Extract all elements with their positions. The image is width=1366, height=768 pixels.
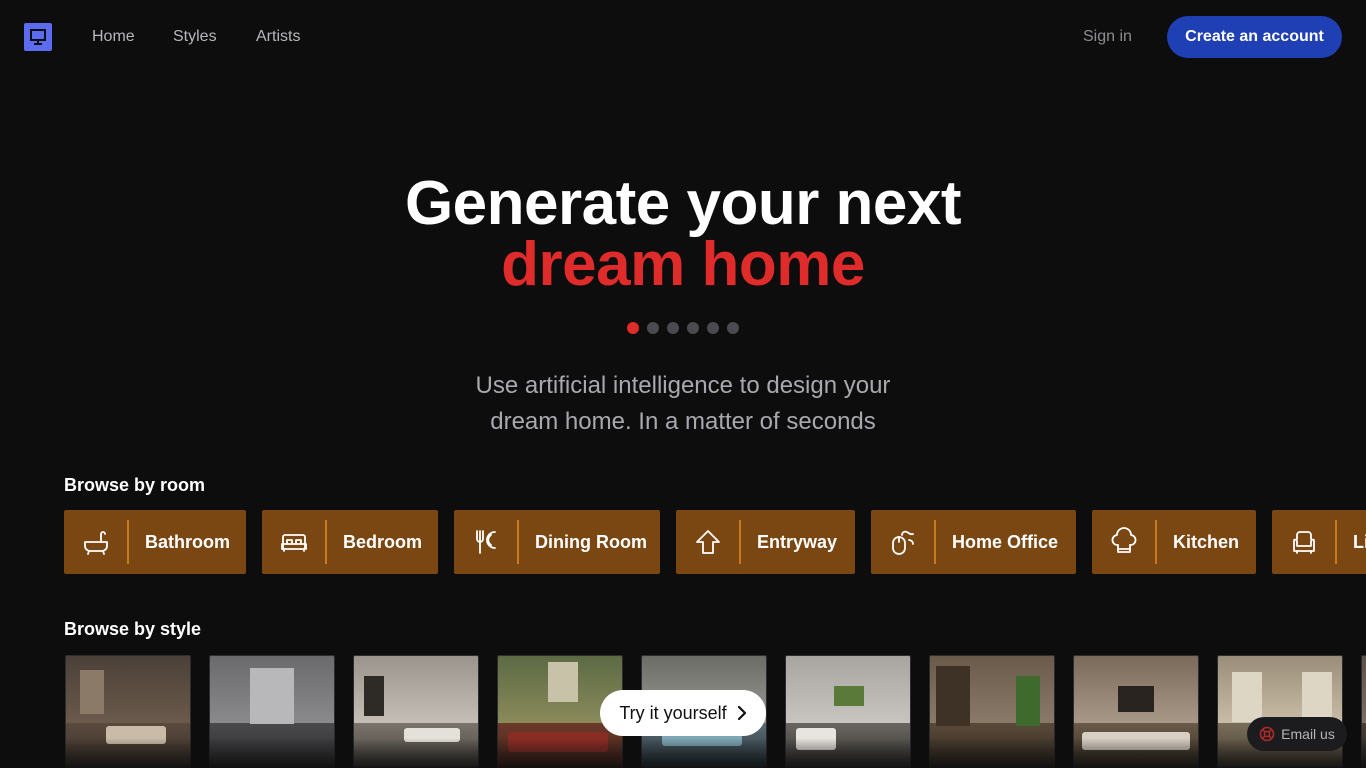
nav-link-home[interactable]: Home bbox=[92, 28, 135, 46]
hero-heading-line2: dream home bbox=[501, 230, 865, 299]
style-thumbnail[interactable] bbox=[353, 655, 479, 768]
sign-in-link[interactable]: Sign in bbox=[1083, 28, 1132, 46]
house-arrow-icon bbox=[676, 510, 739, 574]
nav-link-styles[interactable]: Styles bbox=[173, 28, 217, 46]
chevron-right-icon bbox=[737, 706, 746, 720]
style-thumbnail[interactable] bbox=[1361, 655, 1366, 768]
room-list: Bathroom Bedroom Dining Room Entryway Ho… bbox=[64, 510, 1366, 574]
carousel-dot[interactable] bbox=[667, 322, 679, 334]
room-card-entryway[interactable]: Entryway bbox=[676, 510, 855, 574]
style-thumbnail[interactable] bbox=[209, 655, 335, 768]
room-label: Home Office bbox=[952, 531, 1059, 552]
hero-subtitle-line1: Use artificial intelligence to design yo… bbox=[475, 372, 891, 399]
carousel-dot[interactable] bbox=[647, 322, 659, 334]
carousel-dots bbox=[627, 322, 739, 334]
browse-by-style-title: Browse by style bbox=[64, 619, 202, 639]
room-card-living-room[interactable]: Li bbox=[1272, 510, 1366, 574]
utensils-icon bbox=[454, 510, 517, 574]
bathtub-icon bbox=[64, 510, 127, 574]
room-card-dining-room[interactable]: Dining Room bbox=[454, 510, 660, 574]
try-it-yourself-label: Try it yourself bbox=[619, 702, 727, 723]
hero-subtitle: Use artificial intelligence to design yo… bbox=[0, 368, 1366, 440]
monitor-icon[interactable] bbox=[24, 23, 52, 51]
carousel-dot[interactable] bbox=[727, 322, 739, 334]
style-thumbnail[interactable] bbox=[1217, 655, 1343, 768]
email-us-label: Email us bbox=[1281, 726, 1335, 742]
room-label: Kitchen bbox=[1173, 531, 1240, 552]
style-thumbnail[interactable] bbox=[785, 655, 911, 768]
room-label: Dining Room bbox=[535, 531, 647, 552]
style-thumbnail[interactable] bbox=[65, 655, 191, 768]
try-it-yourself-button[interactable]: Try it yourself bbox=[600, 690, 766, 736]
armchair-icon bbox=[1272, 510, 1335, 574]
lifebuoy-icon bbox=[1259, 726, 1275, 742]
carousel-dot[interactable] bbox=[627, 322, 639, 334]
room-card-home-office[interactable]: Home Office bbox=[871, 510, 1076, 574]
style-thumbnail[interactable] bbox=[1073, 655, 1199, 768]
room-card-kitchen[interactable]: Kitchen bbox=[1092, 510, 1256, 574]
room-label: Bedroom bbox=[343, 531, 423, 552]
style-thumbnail[interactable] bbox=[929, 655, 1055, 768]
room-label: Li bbox=[1353, 531, 1366, 552]
email-us-button[interactable]: Email us bbox=[1247, 717, 1347, 751]
top-navbar: Home Styles Artists Sign in Create an ac… bbox=[0, 0, 1366, 74]
room-card-bathroom[interactable]: Bathroom bbox=[64, 510, 246, 574]
room-label: Entryway bbox=[757, 531, 838, 552]
carousel-dot[interactable] bbox=[707, 322, 719, 334]
mouse-pointer-icon bbox=[871, 510, 934, 574]
hero-subtitle-line2: dream home. In a matter of seconds bbox=[490, 408, 876, 435]
room-card-bedroom[interactable]: Bedroom bbox=[262, 510, 438, 574]
nav-link-artists[interactable]: Artists bbox=[256, 28, 300, 46]
room-label: Bathroom bbox=[145, 531, 230, 552]
bed-icon bbox=[262, 510, 325, 574]
carousel-dot[interactable] bbox=[687, 322, 699, 334]
chef-hat-icon bbox=[1092, 510, 1155, 574]
browse-by-room-title: Browse by room bbox=[64, 475, 206, 495]
create-account-button[interactable]: Create an account bbox=[1167, 16, 1342, 58]
